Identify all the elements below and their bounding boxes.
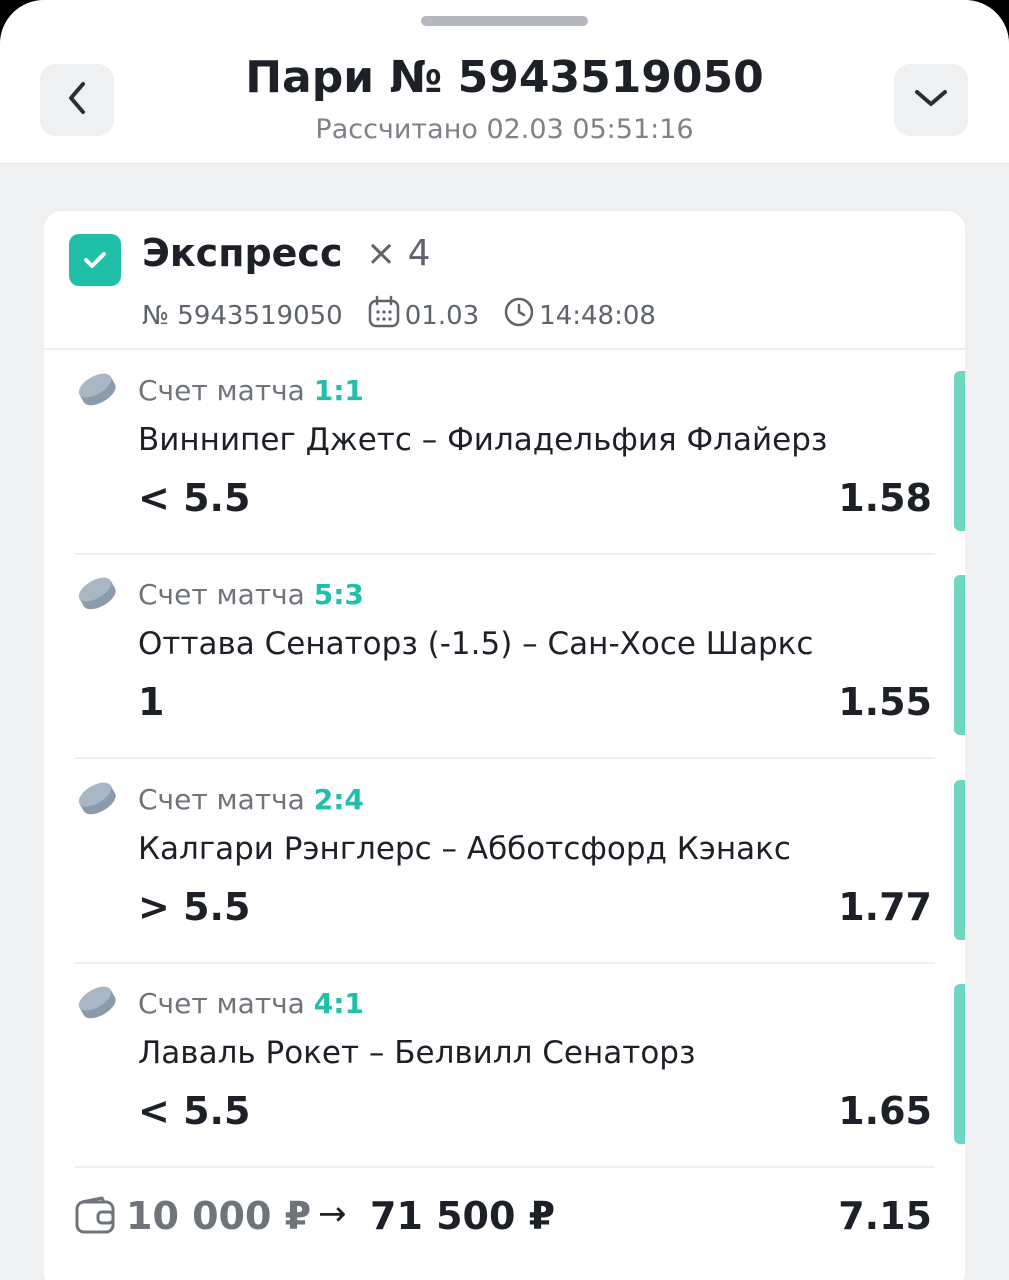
- collapse-button[interactable]: [894, 64, 968, 136]
- bet-meta: № 5943519050 01.03 14:48:08: [142, 295, 656, 336]
- win-indicator: [954, 371, 965, 531]
- score-value: 2:4: [313, 783, 364, 816]
- page-title: Пари № 5943519050: [245, 52, 764, 103]
- match-name: Виннипег Джетс – Филадельфия Флайерз: [138, 422, 828, 458]
- selection-odds: 1.65: [838, 1089, 932, 1133]
- win-indicator: [954, 984, 965, 1144]
- hockey-puck-icon: [74, 981, 120, 1027]
- settled-timestamp: Рассчитано 02.03 05:51:16: [315, 114, 694, 145]
- score-value: 1:1: [313, 374, 364, 407]
- header: Пари № 5943519050 Рассчитано 02.03 05:51…: [0, 0, 1009, 164]
- selection-odds: 1.58: [838, 476, 932, 520]
- payout-amount: 71 500 ₽: [370, 1194, 556, 1238]
- selection-outcome: 1: [138, 680, 165, 724]
- bet-time: 14:48:08: [539, 300, 656, 331]
- selection-outcome: < 5.5: [138, 476, 251, 520]
- back-button[interactable]: [40, 64, 114, 136]
- match-name: Оттава Сенаторз (-1.5) – Сан-Хосе Шаркс: [138, 626, 814, 662]
- clock-icon: [503, 296, 539, 335]
- bet-type: Экспресс: [142, 231, 343, 275]
- selection-item[interactable]: Счет матча 4:1 Лаваль Рокет – Белвилл Се…: [44, 963, 965, 1168]
- hockey-puck-icon: [74, 368, 120, 414]
- hockey-puck-icon: [74, 572, 120, 618]
- selection-count: × 4: [366, 233, 431, 274]
- selection-item[interactable]: Счет матча 2:4 Калгари Рэнглерс – Абботс…: [44, 759, 965, 964]
- bet-summary: 10 000 ₽ → 71 500 ₽ 7.15: [44, 1166, 965, 1266]
- win-indicator: [954, 780, 965, 940]
- selection-odds: 1.77: [838, 885, 932, 929]
- match-name: Калгари Рэнглерс – Абботсфорд Кэнакс: [138, 831, 791, 867]
- sheet-grabber-handle[interactable]: [421, 16, 588, 26]
- bet-card: Экспресс × 4 № 5943519050 01.03 14:48:08…: [44, 211, 965, 1280]
- selection-item[interactable]: Счет матча 5:3 Оттава Сенаторз (-1.5) – …: [44, 554, 965, 759]
- match-score: Счет матча 5:3: [138, 578, 364, 611]
- hockey-puck-icon: [74, 777, 120, 823]
- calendar-icon: [367, 295, 405, 336]
- won-check-icon: [69, 234, 121, 286]
- arrow-right-icon: →: [318, 1194, 347, 1234]
- score-value: 4:1: [313, 987, 364, 1020]
- match-score: Счет матча 2:4: [138, 783, 364, 816]
- win-indicator: [954, 575, 965, 735]
- stake-amount: 10 000 ₽: [126, 1194, 312, 1238]
- match-score: Счет матча 1:1: [138, 374, 364, 407]
- match-score: Счет матча 4:1: [138, 987, 364, 1020]
- bet-number: № 5943519050: [142, 300, 343, 331]
- bet-details-sheet: Пари № 5943519050 Рассчитано 02.03 05:51…: [0, 0, 1009, 1280]
- selection-outcome: < 5.5: [138, 1089, 251, 1133]
- match-name: Лаваль Рокет – Белвилл Сенаторз: [138, 1035, 696, 1071]
- bet-date: 01.03: [404, 300, 480, 331]
- selection-odds: 1.55: [838, 680, 932, 724]
- chevron-left-icon: [65, 80, 89, 120]
- wallet-icon: [74, 1196, 116, 1240]
- chevron-down-icon: [913, 86, 949, 114]
- selection-outcome: > 5.5: [138, 885, 251, 929]
- total-odds: 7.15: [838, 1194, 932, 1238]
- selection-item[interactable]: Счет матча 1:1 Виннипег Джетс – Филадель…: [44, 350, 965, 555]
- score-value: 5:3: [313, 578, 364, 611]
